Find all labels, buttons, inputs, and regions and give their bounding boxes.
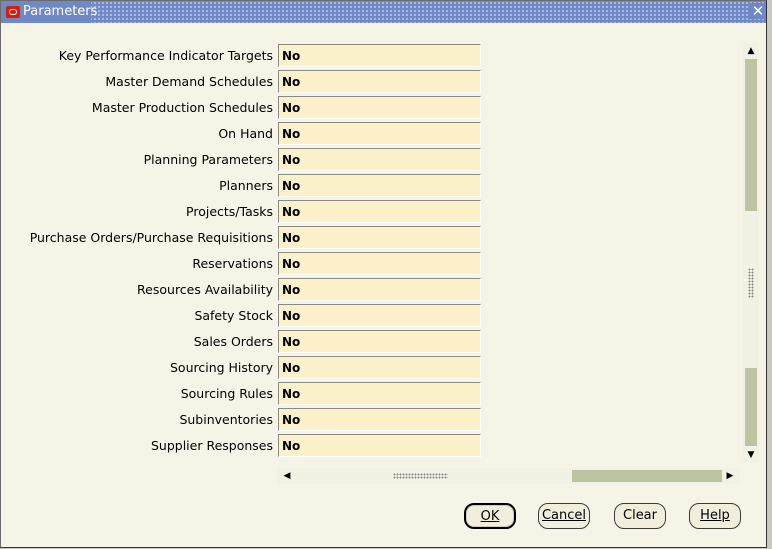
parameters-window: Parameters ✕ Key Performance Indicator T… — [0, 0, 767, 548]
parameter-value-field[interactable]: No — [278, 408, 481, 431]
title-bar[interactable]: Parameters ✕ — [1, 1, 766, 23]
parameter-value-field[interactable]: No — [278, 70, 481, 93]
parameter-label: Master Production Schedules — [91, 100, 273, 115]
cancel-button[interactable]: Cancel — [538, 503, 590, 529]
parameter-value-field[interactable]: No — [278, 356, 481, 379]
parameter-value-field[interactable]: No — [278, 278, 481, 301]
parameter-label: Planning Parameters — [143, 152, 273, 167]
cancel-button-label: Cancel — [541, 508, 587, 523]
parameter-label: Reservations — [192, 256, 273, 271]
parameter-value-field[interactable]: No — [278, 252, 481, 275]
parameter-label: Sourcing Rules — [180, 386, 273, 401]
close-icon[interactable]: ✕ — [750, 3, 766, 19]
scroll-right-icon[interactable]: ▶ — [724, 470, 736, 482]
help-button[interactable]: Help — [689, 503, 741, 529]
scroll-left-icon[interactable]: ◀ — [281, 470, 293, 482]
clear-button[interactable]: Clear — [614, 503, 666, 529]
scroll-track-lower[interactable] — [745, 368, 757, 446]
parameter-row: Master Demand Schedules No — [1, 70, 491, 94]
parameter-label: Key Performance Indicator Targets — [58, 48, 273, 63]
ok-button-label: OK — [480, 509, 500, 524]
parameter-label: Supplier Responses — [150, 438, 273, 453]
parameter-value-field[interactable]: No — [278, 44, 481, 67]
vertical-scrollbar[interactable]: ▲ ▼ — [743, 43, 759, 463]
parameter-value-field[interactable]: No — [278, 304, 481, 327]
parameter-row: Sourcing Rules No — [1, 382, 491, 406]
parameter-label: Safety Stock — [194, 308, 273, 323]
parameter-label: Projects/Tasks — [186, 204, 273, 219]
parameter-value-field[interactable]: No — [278, 96, 481, 119]
parameter-label: Purchase Orders/Purchase Requisitions — [29, 230, 273, 245]
parameter-row: Key Performance Indicator Targets No — [1, 44, 491, 68]
parameter-row: Safety Stock No — [1, 304, 491, 328]
window-title: Parameters — [23, 4, 98, 19]
parameter-row: Planning Parameters No — [1, 148, 491, 172]
hscroll-grip — [393, 473, 448, 479]
parameter-value-field[interactable]: No — [278, 174, 481, 197]
horizontal-scrollbar[interactable]: ◀ ▶ — [278, 468, 740, 484]
oracle-logo-icon — [6, 6, 20, 18]
parameter-value-field[interactable]: No — [278, 122, 481, 145]
scroll-thumb[interactable] — [745, 59, 757, 211]
parameter-value-field[interactable]: No — [278, 200, 481, 223]
parameters-form: Key Performance Indicator Targets No Maste… — [1, 23, 766, 549]
parameter-label: Planners — [219, 178, 273, 193]
parameter-row: Reservations No — [1, 252, 491, 276]
parameter-row: Projects/Tasks No — [1, 200, 491, 224]
parameter-row: Sourcing History No — [1, 356, 491, 380]
parameter-row: Resources Availability No — [1, 278, 491, 302]
ok-button[interactable]: OK — [464, 503, 516, 529]
help-button-label: Help — [700, 508, 730, 523]
parameter-row: Supplier Responses No — [1, 434, 491, 458]
parameter-label: Sales Orders — [193, 334, 273, 349]
hscroll-thumb[interactable] — [572, 470, 722, 482]
parameter-value-field[interactable]: No — [278, 148, 481, 171]
parameter-row: On Hand No — [1, 122, 491, 146]
parameter-value-field[interactable]: No — [278, 434, 481, 457]
parameter-label: Subinventories — [179, 412, 273, 427]
parameter-row: Planners No — [1, 174, 491, 198]
parameter-row: Sales Orders No — [1, 330, 491, 354]
parameter-label: Sourcing History — [169, 360, 273, 375]
parameter-label: Master Demand Schedules — [105, 74, 273, 89]
parameter-label: Resources Availability — [137, 282, 273, 297]
clear-button-label: Clear — [623, 508, 657, 523]
parameter-row: Purchase Orders/Purchase Requisitions No — [1, 226, 491, 250]
scroll-grip — [748, 268, 754, 298]
parameter-value-field[interactable]: No — [278, 382, 481, 405]
parameter-value-field[interactable]: No — [278, 226, 481, 249]
scroll-down-icon[interactable]: ▼ — [745, 449, 757, 461]
scroll-up-icon[interactable]: ▲ — [745, 45, 757, 57]
parameter-value-field[interactable]: No — [278, 330, 481, 353]
parameter-row: Master Production Schedules No — [1, 96, 491, 120]
parameter-row: Subinventories No — [1, 408, 491, 432]
parameter-label: On Hand — [218, 126, 273, 141]
